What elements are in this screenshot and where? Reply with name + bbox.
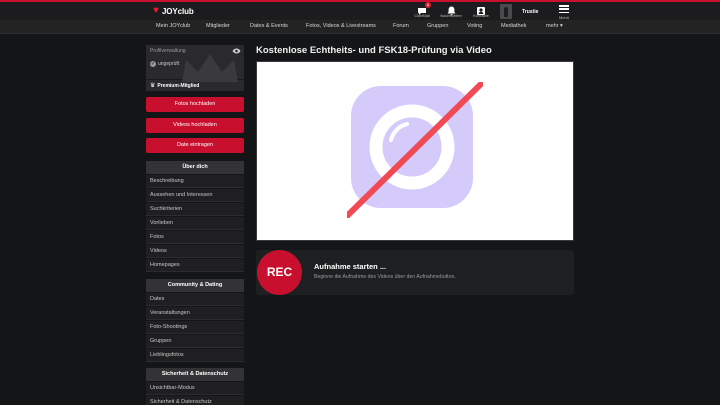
logo-text: JOYclub	[161, 6, 194, 16]
nav-item-mein-joyclub[interactable]: Mein JOYclub	[156, 23, 190, 29]
sidebar-item-fotos[interactable]: Fotos	[146, 231, 244, 244]
nav-item-mediathek[interactable]: Mediathek	[501, 23, 526, 29]
sidebar-item-aussehen[interactable]: Aussehen und Interessen	[146, 189, 244, 202]
record-panel: REC Aufnahme starten ... Beginne die Auf…	[256, 250, 574, 295]
clubmail-badge: 1	[425, 2, 431, 8]
sidebar-item-vorlieben[interactable]: Vorlieben	[146, 217, 244, 230]
logo[interactable]: ♥ JOYclub	[153, 5, 194, 17]
sidebar-item-beschreibung[interactable]: Beschreibung	[146, 175, 244, 188]
sidebar-item-dates[interactable]: Dates	[146, 293, 244, 306]
avatar[interactable]	[500, 4, 512, 19]
nav-item-voting[interactable]: Voting	[467, 23, 482, 29]
page-title: Kostenlose Echtheits- und FSK18-Prüfung …	[256, 45, 492, 56]
add-date-button[interactable]: Date eintragen	[146, 138, 244, 153]
user-name[interactable]: Trustie	[522, 9, 538, 15]
nav-item-fotos-videos[interactable]: Fotos, Videos & Livestreams	[306, 23, 376, 29]
camera-disabled-icon	[347, 82, 483, 218]
nav-item-gruppen[interactable]: Gruppen	[427, 23, 448, 29]
crown-watermark-icon	[182, 54, 238, 82]
section-about-you-header: Über dich	[146, 161, 244, 174]
sidebar-item-suchkriterien[interactable]: Suchkriterien	[146, 203, 244, 216]
verification-status-text: ungeprüft	[158, 61, 180, 67]
sidebar-item-sicherheit[interactable]: Sicherheit & Datenschutz	[146, 396, 244, 405]
upload-photos-button[interactable]: Fotos hochladen	[146, 97, 244, 112]
sidebar-item-foto-shootings[interactable]: Foto-Shootings	[146, 321, 244, 334]
menu-button[interactable]: Menü	[556, 4, 572, 20]
upload-videos-button[interactable]: Videos hochladen	[146, 118, 244, 133]
nav-item-mitglieder[interactable]: Mitglieder	[206, 23, 230, 29]
sidebar-item-unsichtbar[interactable]: Unsichtbar-Modus	[146, 382, 244, 395]
sidebar-item-gruppen[interactable]: Gruppen	[146, 335, 244, 348]
contacts-icon	[467, 3, 495, 15]
video-preview	[256, 61, 574, 241]
crown-small-icon: ♛	[150, 83, 156, 89]
sidebar-item-lieblingsfotos[interactable]: Lieblingsfotos	[146, 349, 244, 362]
record-button[interactable]: REC	[257, 250, 302, 295]
notifications-button[interactable]: Nachrichten	[437, 3, 465, 20]
nav-item-more[interactable]: mehr ▾	[546, 23, 563, 29]
main-nav: Mein JOYclub Mitglieder Dates & Events F…	[0, 20, 720, 34]
section-community-header: Community & Dating	[146, 279, 244, 292]
heart-logo-icon: ♥	[153, 5, 159, 16]
section-security-header: Sicherheit & Datenschutz	[146, 368, 244, 381]
check-circle-icon: ✓	[150, 61, 156, 67]
sidebar-item-veranstaltungen[interactable]: Veranstaltungen	[146, 307, 244, 320]
verification-status: ✓ ungeprüft	[150, 61, 179, 67]
record-description: Beginne die Aufnahme des Videos über den…	[314, 274, 456, 280]
nav-item-dates-events[interactable]: Dates & Events	[250, 23, 288, 29]
avatar-figure	[504, 7, 508, 17]
top-bar: ♥ JOYclub 1 ClubMail Nachrichten Kontakt…	[0, 2, 720, 20]
record-title: Aufnahme starten ...	[314, 262, 387, 271]
clubmail-button[interactable]: 1 ClubMail	[408, 2, 436, 20]
sidebar-item-homepages[interactable]: Homepages	[146, 259, 244, 272]
sidebar-item-videos[interactable]: Videos	[146, 245, 244, 258]
chat-bubble-icon: 1	[408, 2, 436, 15]
hamburger-icon	[559, 5, 569, 14]
bell-icon	[437, 3, 465, 16]
nav-item-forum[interactable]: Forum	[393, 23, 409, 29]
contacts-button[interactable]: Kontakte	[467, 3, 495, 20]
